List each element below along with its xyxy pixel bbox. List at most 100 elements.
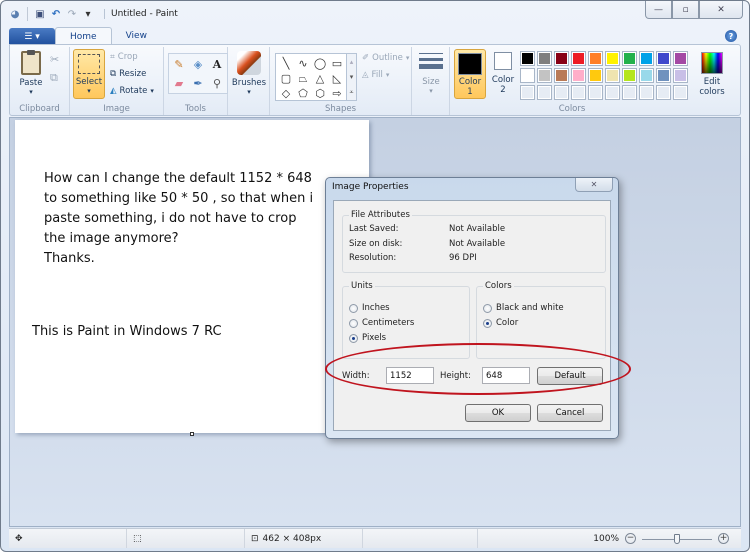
palette-swatch-empty[interactable] xyxy=(571,85,586,100)
crop-button[interactable]: ⌗ Crop xyxy=(110,52,138,62)
eraser-icon[interactable]: ▰ xyxy=(171,75,187,91)
resize-button[interactable]: ⧉ Resize xyxy=(110,69,146,79)
pencil-icon[interactable]: ✎ xyxy=(171,56,187,72)
palette-swatch[interactable] xyxy=(588,51,603,66)
triangle-shape-icon[interactable]: △ xyxy=(312,71,328,85)
app-menu-button[interactable]: ☰ ▾ xyxy=(9,28,55,45)
dialog-close-button[interactable]: ✕ xyxy=(575,178,613,192)
radio-button-checked[interactable] xyxy=(483,318,492,328)
zoom-slider[interactable] xyxy=(642,533,712,544)
polygon-shape-icon[interactable]: ⏢ xyxy=(295,71,311,85)
cut-icon[interactable]: ✂ xyxy=(50,53,59,66)
palette-swatch-empty[interactable] xyxy=(605,85,620,100)
maximize-button[interactable]: ▫ xyxy=(672,1,699,19)
minimize-button[interactable]: — xyxy=(645,1,672,19)
palette-swatch[interactable] xyxy=(571,68,586,83)
palette-swatch[interactable] xyxy=(537,68,552,83)
size-button[interactable]: Size ▾ xyxy=(416,53,446,95)
paint-app-icon[interactable]: ◕ xyxy=(9,8,21,20)
palette-swatch-empty[interactable] xyxy=(622,85,637,100)
palette-swatch[interactable] xyxy=(656,68,671,83)
text-icon[interactable]: A xyxy=(209,56,225,72)
palette-swatch[interactable] xyxy=(588,68,603,83)
radio-button-checked[interactable] xyxy=(349,333,358,343)
tab-view[interactable]: View xyxy=(112,27,161,45)
height-input[interactable]: 648 xyxy=(482,367,530,384)
edit-colors-button[interactable]: Edit colors xyxy=(694,52,730,97)
radio-button[interactable] xyxy=(349,303,358,313)
curve-shape-icon[interactable]: ∿ xyxy=(295,56,311,70)
copy-icon[interactable]: ⧉ xyxy=(50,71,58,85)
palette-swatch[interactable] xyxy=(554,68,569,83)
shapes-scrollbar[interactable]: ▴ ▾ ⩡ xyxy=(347,53,357,101)
right-triangle-shape-icon[interactable]: ◺ xyxy=(329,71,345,85)
select-button[interactable]: Select ▾ xyxy=(73,49,105,99)
palette-swatch[interactable] xyxy=(605,68,620,83)
palette-swatch[interactable] xyxy=(673,51,688,66)
radio-centimeters[interactable]: Centimeters xyxy=(349,318,414,328)
oval-shape-icon[interactable]: ◯ xyxy=(312,56,328,70)
outline-button[interactable]: ✐ Outline ▾ xyxy=(362,53,409,63)
undo-icon[interactable]: ↶ xyxy=(50,8,62,20)
rectangle-shape-icon[interactable]: ▭ xyxy=(329,56,345,70)
drawing-canvas[interactable]: How can I change the default 1152 * 648 … xyxy=(15,120,369,433)
radio-button[interactable] xyxy=(483,303,492,313)
color2-button[interactable]: Color 2 xyxy=(488,52,518,95)
width-input[interactable]: 1152 xyxy=(386,367,434,384)
expand-gallery-icon[interactable]: ⩡ xyxy=(350,88,354,97)
palette-swatch[interactable] xyxy=(622,51,637,66)
palette-swatch[interactable] xyxy=(554,51,569,66)
pentagon-shape-icon[interactable]: ⬠ xyxy=(295,86,311,100)
palette-swatch[interactable] xyxy=(639,68,654,83)
palette-swatch-empty[interactable] xyxy=(520,85,535,100)
radio-black-and-white[interactable]: Black and white xyxy=(483,303,564,313)
line-shape-icon[interactable]: ╲ xyxy=(278,56,294,70)
palette-swatch-empty[interactable] xyxy=(588,85,603,100)
color-picker-icon[interactable]: ✒ xyxy=(190,75,206,91)
radio-inches[interactable]: Inches xyxy=(349,303,390,313)
palette-swatch-empty[interactable] xyxy=(673,85,688,100)
ok-button[interactable]: OK xyxy=(465,404,531,422)
palette-swatch-empty[interactable] xyxy=(554,85,569,100)
arrow-shape-icon[interactable]: ⇨ xyxy=(329,86,345,100)
radio-button[interactable] xyxy=(349,318,358,328)
zoom-slider-thumb[interactable] xyxy=(674,533,680,544)
radio-color[interactable]: Color xyxy=(483,318,518,328)
resize-handle-bottom[interactable] xyxy=(190,432,194,436)
cancel-button[interactable]: Cancel xyxy=(537,404,603,422)
scroll-down-icon[interactable]: ▾ xyxy=(350,73,354,81)
diamond-shape-icon[interactable]: ◇ xyxy=(278,86,294,100)
redo-icon[interactable]: ↷ xyxy=(66,8,78,20)
save-icon[interactable]: ▣ xyxy=(34,8,46,20)
magnifier-icon[interactable]: ⚲ xyxy=(209,75,225,91)
help-icon[interactable]: ? xyxy=(725,30,737,42)
brushes-button[interactable]: Brushes ▾ xyxy=(230,51,268,96)
tab-home[interactable]: Home xyxy=(55,27,112,45)
fill-bucket-icon[interactable]: ◈ xyxy=(190,56,206,72)
palette-swatch[interactable] xyxy=(520,51,535,66)
zoom-in-button[interactable]: + xyxy=(718,533,729,544)
palette-swatch[interactable] xyxy=(520,68,535,83)
palette-swatch[interactable] xyxy=(622,68,637,83)
rotate-button[interactable]: ◭ Rotate ▾ xyxy=(110,86,154,96)
palette-swatch[interactable] xyxy=(656,51,671,66)
close-button[interactable]: ✕ xyxy=(699,1,743,19)
palette-swatch[interactable] xyxy=(639,51,654,66)
zoom-out-button[interactable]: − xyxy=(625,533,636,544)
palette-swatch-empty[interactable] xyxy=(639,85,654,100)
palette-swatch-empty[interactable] xyxy=(656,85,671,100)
rounded-rectangle-shape-icon[interactable]: ▢ xyxy=(278,71,294,85)
palette-swatch-empty[interactable] xyxy=(537,85,552,100)
hexagon-shape-icon[interactable]: ⬡ xyxy=(312,86,328,100)
paste-button[interactable]: Paste ▾ xyxy=(16,50,46,96)
fill-button[interactable]: ◬ Fill ▾ xyxy=(362,70,389,80)
palette-swatch[interactable] xyxy=(571,51,586,66)
palette-swatch[interactable] xyxy=(605,51,620,66)
palette-swatch[interactable] xyxy=(673,68,688,83)
customize-dropdown-icon[interactable]: ▾ xyxy=(82,8,94,20)
palette-swatch[interactable] xyxy=(537,51,552,66)
radio-pixels[interactable]: Pixels xyxy=(349,333,386,343)
default-button[interactable]: Default xyxy=(537,367,603,385)
scroll-up-icon[interactable]: ▴ xyxy=(350,58,354,66)
color1-button[interactable]: Color 1 xyxy=(454,49,486,99)
